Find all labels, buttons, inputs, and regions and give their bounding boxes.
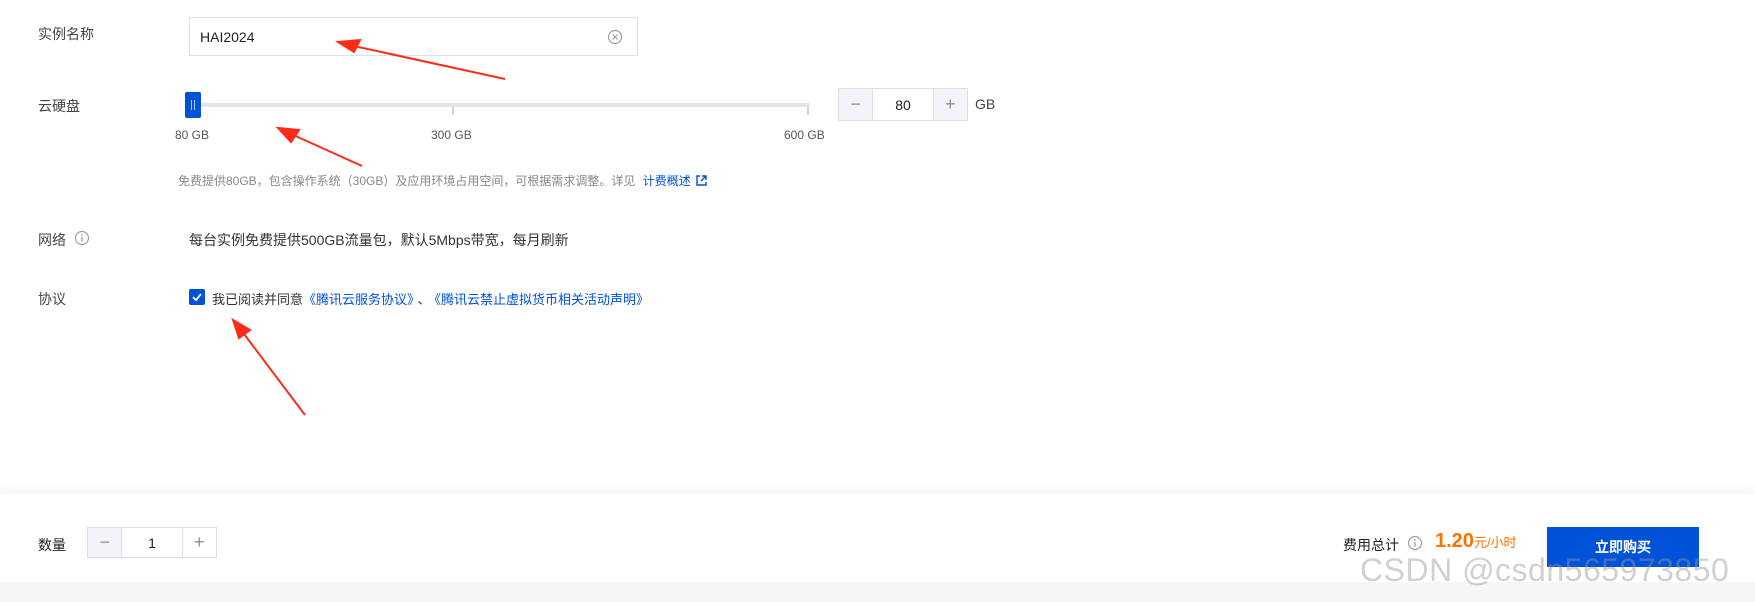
annotation-arrow xyxy=(334,38,362,54)
quantity-value-input[interactable]: 1 xyxy=(121,528,183,557)
annotation-arrow xyxy=(231,317,252,340)
quantity-decrement-button[interactable]: − xyxy=(88,528,122,557)
price-unit: 元/小时 xyxy=(1473,535,1517,550)
price-value: 1.20 xyxy=(1435,530,1474,552)
quantity-increment-button[interactable]: + xyxy=(182,528,216,557)
quantity-label: 数量 xyxy=(38,537,66,553)
watermark: CSDN @csdn565973850 xyxy=(1360,552,1730,588)
annotation-arrow xyxy=(275,126,301,144)
quantity-stepper[interactable]: − 1 + xyxy=(87,527,217,558)
price: 1.20元/小时 xyxy=(1435,530,1517,553)
annotation-arrow xyxy=(234,321,306,416)
annotation-arrow xyxy=(339,42,506,80)
